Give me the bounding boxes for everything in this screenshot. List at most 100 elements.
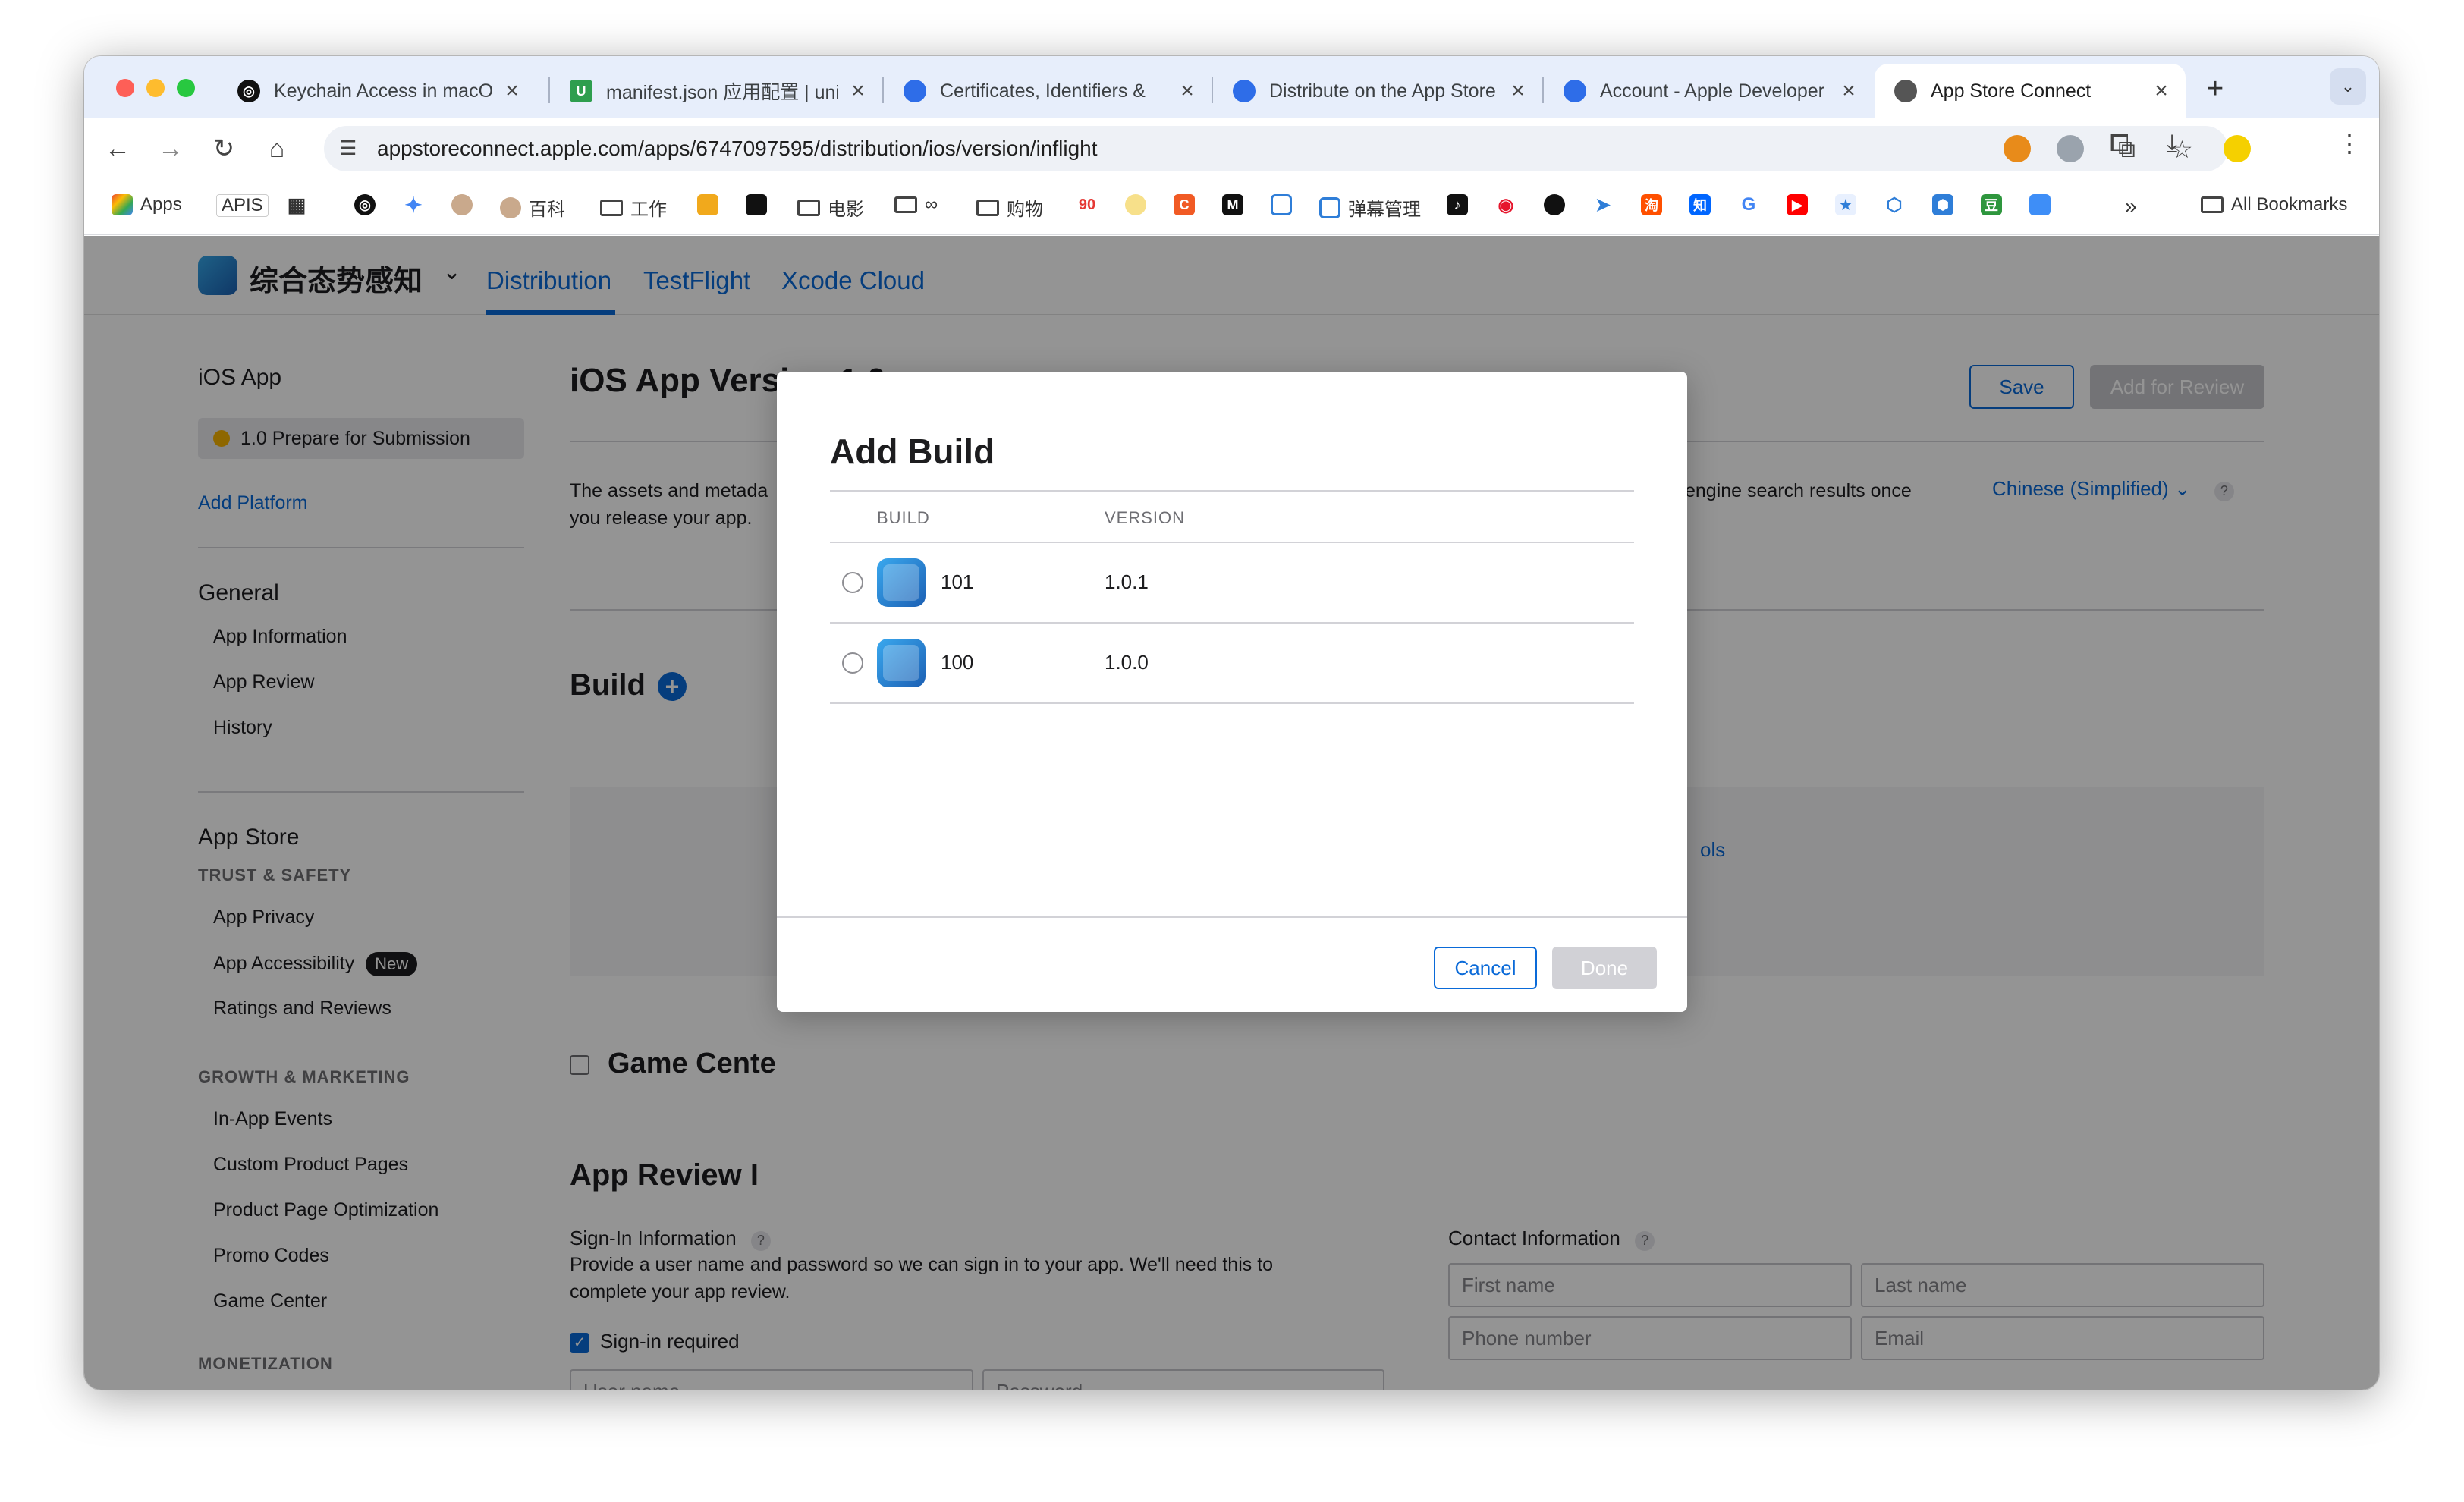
bookmark-cube[interactable]: ⬡ (1884, 194, 1905, 215)
url-text[interactable]: appstoreconnect.apple.com/apps/674709759… (377, 137, 1098, 161)
address-bar[interactable]: ☰ appstoreconnect.apple.com/apps/6747097… (324, 126, 2228, 171)
folder-icon (600, 199, 623, 216)
close-icon[interactable]: × (1507, 78, 1529, 104)
bookmark-c[interactable]: C (1174, 194, 1195, 215)
avatar-icon (500, 196, 521, 218)
extension-icon[interactable] (2004, 135, 2031, 162)
close-icon[interactable]: × (1177, 78, 1198, 104)
tab-manifest[interactable]: U manifest.json 应用配置 | uni × (550, 64, 882, 118)
extensions-puzzle-icon[interactable]: ⧠ (2110, 129, 2129, 158)
minimize-window-button[interactable] (146, 79, 165, 97)
tab-certificates[interactable]: Certificates, Identifiers & × (884, 64, 1212, 118)
bookmark-red[interactable]: 90 (1076, 194, 1098, 215)
bookmarks-bar: Apps APIS ▦ ◎ ✦ 百科 工作 电影 ∞ 购物 90 C M 弹幕管… (84, 179, 2379, 235)
bookmark-m[interactable]: M (1222, 194, 1243, 215)
bookmark-cube2[interactable]: ⬢ (1932, 194, 1953, 215)
download-icon[interactable]: ⤓ (2167, 129, 2177, 158)
bookmark-tool[interactable] (746, 194, 767, 215)
bookmark-youtube[interactable]: ▶ (1787, 194, 1808, 215)
site-info-icon[interactable]: ☰ (339, 137, 357, 160)
bookmark-baike[interactable]: 百科 (500, 194, 565, 221)
cube-icon: ⬢ (1932, 194, 1953, 215)
github-icon (1544, 194, 1565, 215)
bookmark-apis[interactable]: APIS (216, 194, 269, 217)
close-icon[interactable]: × (847, 78, 869, 104)
avatar-icon (451, 194, 473, 215)
bookmark-work-folder[interactable]: 工作 (600, 194, 667, 221)
forward-arrow-icon[interactable]: → (151, 129, 190, 168)
bookmark-book[interactable] (697, 194, 718, 215)
bookmark-tiktok[interactable]: ♪ (1447, 194, 1468, 215)
tab-account[interactable]: Account - Apple Developer × (1544, 64, 1873, 118)
more-bookmarks-icon[interactable]: » (2125, 194, 2137, 218)
version-number: 1.0.1 (1105, 570, 1149, 593)
done-button[interactable]: Done (1552, 947, 1657, 989)
bookmark-douban[interactable]: 豆 (1981, 194, 2002, 215)
home-icon[interactable]: ⌂ (257, 129, 297, 168)
bookmark-zhihu[interactable]: 知 (1689, 194, 1711, 215)
tab-app-store-connect[interactable]: App Store Connect × (1875, 64, 2186, 118)
build-radio[interactable] (842, 652, 863, 674)
build-radio[interactable] (842, 572, 863, 593)
bookmark-danmu[interactable]: 弹幕管理 (1319, 194, 1421, 221)
tab-distribute[interactable]: Distribute on the App Store × (1213, 64, 1542, 118)
back-arrow-icon[interactable]: ← (98, 129, 137, 168)
tab-search-chevron-icon[interactable]: ⌄ (2330, 68, 2366, 105)
bookmark-grid[interactable]: ▦ (286, 193, 307, 216)
zhihu-icon: 知 (1689, 194, 1711, 215)
extension-icon[interactable] (2057, 135, 2084, 162)
bookmark-google[interactable]: G (1738, 194, 1759, 215)
profile-avatar[interactable] (2224, 135, 2251, 162)
cancel-button[interactable]: Cancel (1434, 947, 1537, 989)
bilibili-icon (1319, 196, 1340, 218)
reload-icon[interactable]: ↻ (204, 129, 244, 168)
bookmark-infinity-folder[interactable]: ∞ (894, 194, 938, 215)
new-tab-button[interactable]: + (2207, 73, 2224, 105)
douban-icon: 豆 (1981, 194, 2002, 215)
bookmark-apps[interactable]: Apps (112, 194, 182, 215)
close-icon[interactable]: × (1838, 78, 1859, 104)
cube-icon: ⬡ (1886, 194, 1903, 215)
close-icon[interactable]: × (501, 78, 523, 104)
bookmark-shopping-folder[interactable]: 购物 (976, 194, 1043, 221)
app-logo-icon (2029, 194, 2051, 215)
bookmark-weibo[interactable]: ◉ (1495, 194, 1516, 215)
divider (830, 490, 1634, 492)
star-icon: ★ (1835, 194, 1856, 215)
apple-developer-icon (904, 80, 926, 102)
close-window-button[interactable] (116, 79, 134, 97)
bookmark-movie-folder[interactable]: 电影 (797, 194, 864, 221)
folder-icon (894, 196, 917, 213)
bookmark-star[interactable]: ★ (1835, 194, 1856, 215)
openai-icon: ◎ (354, 194, 376, 215)
bookmark-taobao[interactable]: 淘 (1641, 194, 1662, 215)
bookmark-avatar[interactable] (451, 194, 473, 215)
bookmark-bilibili[interactable] (1271, 194, 1292, 215)
browser-window: ◎ Keychain Access in macOS × U manifest.… (84, 56, 2379, 1390)
table-row[interactable]: 100 1.0.0 (830, 624, 1634, 702)
bookmark-chatgpt[interactable]: ◎ (354, 194, 376, 215)
table-row[interactable]: 101 1.0.1 (830, 543, 1634, 622)
sparkle-icon: ✦ (404, 193, 423, 217)
bookmark-send[interactable]: ➤ (1592, 194, 1614, 215)
taobao-icon: 淘 (1641, 194, 1662, 215)
folder-icon (797, 199, 820, 216)
bilibili-icon (1271, 194, 1292, 215)
tab-strip: ◎ Keychain Access in macOS × U manifest.… (84, 56, 2379, 118)
bookmark-blue[interactable] (2029, 194, 2051, 215)
more-menu-icon[interactable]: ⋮ (2337, 129, 2362, 158)
all-bookmarks-folder[interactable]: All Bookmarks (2201, 194, 2347, 215)
google-icon: G (1741, 194, 1756, 215)
bookmark-gemini[interactable]: ✦ (403, 193, 424, 217)
grid-icon: ▦ (287, 193, 306, 216)
add-build-dialog: Add Build BUILD VERSION 101 1.0.1 100 1.… (777, 372, 1687, 1012)
bookmark-chick[interactable] (1125, 194, 1146, 215)
apple-developer-icon (1233, 80, 1256, 102)
bookmark-github[interactable] (1544, 194, 1565, 215)
zoom-window-button[interactable] (177, 79, 195, 97)
dialog-title: Add Build (830, 432, 995, 471)
build-number: 101 (941, 570, 974, 593)
close-icon[interactable]: × (2151, 78, 2172, 104)
tab-keychain[interactable]: ◎ Keychain Access in macOS × (218, 64, 536, 118)
c-logo-icon: C (1174, 194, 1195, 215)
